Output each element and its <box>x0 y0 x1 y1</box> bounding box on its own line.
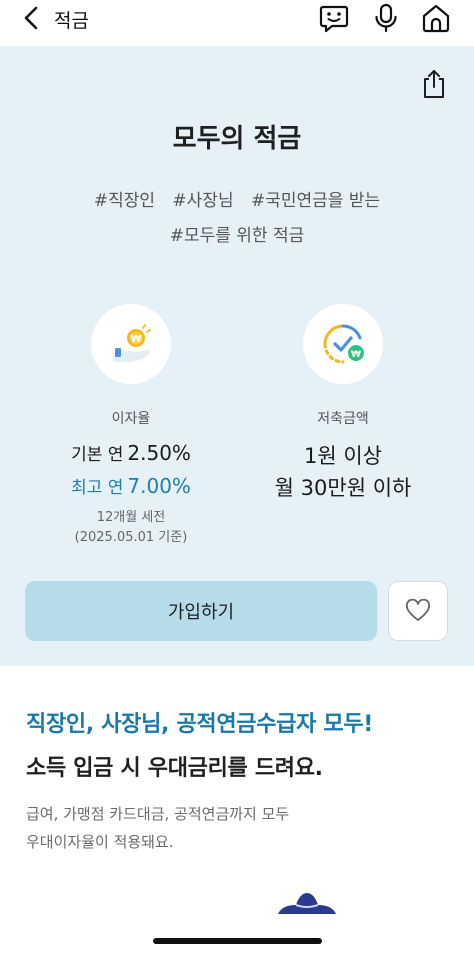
interest-rate-info: ₩ 이자율 기본 연 2.50% 최고 연 7.00% 12개월 세전 (2025.… <box>31 304 231 548</box>
hashtags-line-2: #모두를 위한 적금 <box>0 221 474 246</box>
promo-section: 직장인, 사장님, 공적연금수급자 모두! 소득 입금 시 우대금리를 드려요.… <box>26 706 456 856</box>
rate-label: 이자율 <box>111 411 151 427</box>
savings-amount-info: ₩ 저축금액 1원 이상 월 30만원 이하 <box>243 304 443 504</box>
cycle-check-icon: ₩ <box>303 304 383 384</box>
back-chevron-icon[interactable] <box>18 4 46 32</box>
hashtag: #모두를 위한 적금 <box>169 226 305 246</box>
savings-label: 저축금액 <box>317 411 369 427</box>
max-rate-prefix: 최고 연 <box>71 478 124 498</box>
join-button[interactable]: 가입하기 <box>25 581 377 641</box>
base-rate-prefix: 기본 연 <box>71 445 124 465</box>
hashtags-line-1: #직장인 #사장님 #국민연금을 받는 <box>0 186 474 211</box>
illustration-peek <box>274 887 340 917</box>
max-rate-value: 7.00% <box>127 474 191 498</box>
coin-hand-icon: ₩ <box>91 304 171 384</box>
promo-description: 급여, 가맹점 카드대금, 공적연금까지 모두 우대이자율이 적용돼요. <box>26 800 456 856</box>
hashtag: #사장님 <box>172 191 234 211</box>
promo-subheadline: 소득 입금 시 우대금리를 드려요. <box>26 756 323 781</box>
svg-text:₩: ₩ <box>351 350 361 360</box>
hashtag: #직장인 <box>93 191 156 211</box>
chatbot-icon[interactable] <box>318 2 350 34</box>
microphone-icon[interactable] <box>370 2 402 34</box>
base-rate-value: 2.50% <box>127 441 191 465</box>
rate-note: 12개월 세전 (2025.05.01 기준) <box>31 508 231 548</box>
promo-headline: 직장인, 사장님, 공적연금수급자 모두! <box>26 712 374 737</box>
heart-icon <box>406 599 430 621</box>
product-title: 모두의 적금 <box>172 124 302 154</box>
home-icon[interactable] <box>420 2 452 34</box>
product-hero: 모두의 적금 #직장인 #사장님 #국민연금을 받는 #모두를 위한 적금 ₩ … <box>0 46 474 666</box>
hashtag: #국민연금을 받는 <box>251 191 381 211</box>
svg-text:₩: ₩ <box>130 334 141 345</box>
page-title: 적금 <box>54 10 89 32</box>
promo-description-line: 우대이자율이 적용돼요. <box>26 833 174 851</box>
promo-description-line: 급여, 가맹점 카드대금, 공적연금까지 모두 <box>26 805 290 823</box>
max-rate: 최고 연 7.00% <box>31 473 231 498</box>
share-icon[interactable] <box>420 68 448 100</box>
top-app-bar: 적금 <box>0 0 474 46</box>
rate-note-date: (2025.05.01 기준) <box>74 530 188 545</box>
rate-note-term: 12개월 세전 <box>96 510 166 525</box>
savings-min: 1원 이상 <box>304 444 382 468</box>
base-rate: 기본 연 2.50% <box>31 440 231 465</box>
home-indicator[interactable] <box>153 938 322 944</box>
savings-max: 월 30만원 이하 <box>274 476 412 500</box>
favorite-button[interactable] <box>388 581 448 641</box>
